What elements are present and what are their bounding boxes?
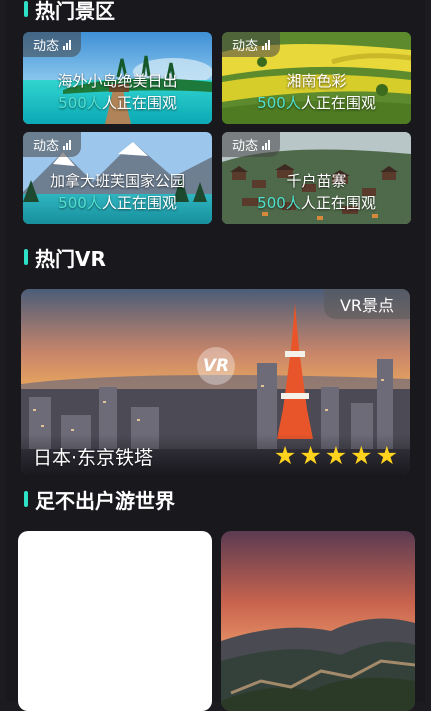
scenic-card-1-tag: 动态 [23,32,81,57]
section-title-world: 足不出户游世界 [35,488,175,513]
scenic-card-3[interactable]: 动态 加拿大班芙国家公园 500人人正在围观 [23,132,212,224]
scenic-card-1-viewers-count: 500人 [58,94,102,112]
scenic-card-3-name: 加拿大班芙国家公园 [49,172,185,190]
scenic-card-1[interactable]: 动态 海外小岛绝美日出 500人人正在围观 [23,32,212,124]
vr-rating: ★ ★ ★ ★ ★ [273,441,398,470]
scenic-card-3-viewers-count: 500人 [58,194,102,212]
section-title-hot-spots: 热门景区 [35,0,115,23]
scenic-card-2-tag: 动态 [222,32,280,57]
world-card-2[interactable] [221,531,415,711]
scenic-card-4-tag-label: 动态 [231,139,258,154]
scenic-card-2-viewers-label: 人正在围观 [300,94,376,112]
star-icon: ★ [273,441,297,470]
section-hot-vr: 热门VR [24,246,106,271]
scenic-card-1-viewers: 500人人正在围观 [23,92,212,113]
scenic-card-1-tag-label: 动态 [32,39,59,54]
world-card-2-image [221,531,415,711]
section-hot-spots: 热门景区 [24,0,115,23]
star-icon: ★ [299,441,322,470]
scenic-card-3-tag: 动态 [23,132,81,157]
star-icon: ★ [350,441,373,470]
section-marker [24,1,28,17]
scenic-card-4-viewers-label: 人正在围观 [300,194,376,212]
scenic-card-3-tag-label: 动态 [32,139,59,154]
scenic-card-3-viewers-label: 人正在围观 [101,194,177,212]
vr-place-name: 日本·东京铁塔 [33,447,154,469]
world-card-1[interactable] [18,531,212,711]
vr-feature-card[interactable]: VR景点 VR 日本·东京铁塔 ★ ★ ★ ★ ★ [21,289,410,474]
vr-badge: VR景点 [324,289,410,319]
scenic-card-1-name: 海外小岛绝美日出 [57,72,178,90]
scenic-card-2-viewers-count: 500人 [257,94,301,112]
star-icon: ★ [375,441,398,470]
signal-bars-icon [63,139,71,150]
section-world: 足不出户游世界 [24,488,175,513]
scenic-card-4-name: 千户苗寨 [286,172,347,190]
section-title-hot-vr: 热门VR [35,246,106,271]
signal-bars-icon [262,139,270,150]
scenic-card-2-viewers: 500人人正在围观 [222,92,411,113]
signal-bars-icon [262,39,270,50]
scenic-card-4-tag: 动态 [222,132,280,157]
scenic-card-4-viewers: 500人人正在围观 [222,192,411,213]
signal-bars-icon [63,39,71,50]
scenic-card-1-viewers-label: 人正在围观 [101,94,177,112]
scenic-card-2[interactable]: 动态 湘南色彩 500人人正在围观 [222,32,411,124]
scenic-card-2-tag-label: 动态 [231,39,258,54]
star-icon: ★ [324,441,348,470]
vr-play-button[interactable]: VR [197,347,235,385]
scenic-card-4-viewers-count: 500人 [257,194,301,212]
page-frame: 热门景区 动态 海外小岛绝美日出 500人人正在围观 动态 湘南色彩 500人人… [6,0,425,711]
scenic-card-4[interactable]: 动态 千户苗寨 500人人正在围观 [222,132,411,224]
section-marker [24,249,28,265]
scenic-card-3-viewers: 500人人正在围观 [23,192,212,213]
section-marker [24,491,28,507]
scenic-card-2-name: 湘南色彩 [286,72,347,90]
